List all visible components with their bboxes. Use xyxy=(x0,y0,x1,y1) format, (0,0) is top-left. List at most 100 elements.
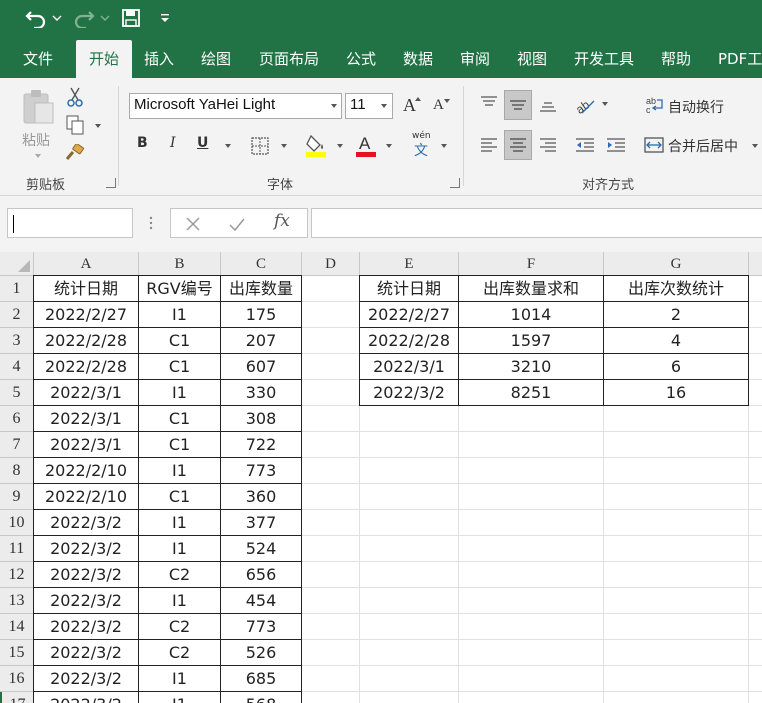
tab-developer[interactable]: 开发工具 xyxy=(563,40,645,78)
name-box[interactable] xyxy=(7,208,133,238)
row-header-3[interactable]: 3 xyxy=(0,328,34,354)
font-launcher-icon[interactable] xyxy=(450,178,460,188)
left-table-cell[interactable]: I1 xyxy=(139,510,221,536)
merge-center-icon[interactable] xyxy=(642,134,666,156)
left-table-cell[interactable]: 722 xyxy=(221,432,302,458)
align-bottom-icon[interactable] xyxy=(535,92,561,118)
increase-indent-icon[interactable] xyxy=(603,132,629,158)
right-table-cell[interactable]: 1597 xyxy=(459,328,604,354)
save-icon[interactable] xyxy=(118,6,144,30)
left-table-cell[interactable]: 2022/3/1 xyxy=(34,406,139,432)
customize-qat-icon[interactable] xyxy=(156,6,174,30)
right-table-cell[interactable]: 6 xyxy=(604,354,749,380)
column-header-f[interactable]: F xyxy=(459,252,604,276)
phonetic-dropdown-icon[interactable] xyxy=(441,144,447,148)
column-header-c[interactable]: C xyxy=(221,252,302,276)
orientation-dropdown-icon[interactable] xyxy=(602,102,608,106)
left-table-cell[interactable]: I1 xyxy=(139,380,221,406)
tab-pdf-tools[interactable]: PDF工具 xyxy=(710,40,762,78)
insert-function-icon[interactable]: fx xyxy=(274,211,290,231)
column-header-d[interactable]: D xyxy=(302,252,360,276)
left-table-cell[interactable]: 685 xyxy=(221,666,302,692)
left-table-header-cell[interactable]: RGV编号 xyxy=(139,276,221,302)
row-header-14[interactable]: 14 xyxy=(0,614,34,640)
left-table-cell[interactable]: 773 xyxy=(221,458,302,484)
left-table-cell[interactable]: 656 xyxy=(221,562,302,588)
left-table-cell[interactable]: 2022/3/2 xyxy=(34,510,139,536)
row-header-7[interactable]: 7 xyxy=(0,432,34,458)
format-painter-icon[interactable] xyxy=(64,142,86,164)
left-table-cell[interactable]: 568 xyxy=(221,692,302,703)
right-table-cell[interactable]: 2022/2/27 xyxy=(360,302,459,328)
left-table-cell[interactable]: 330 xyxy=(221,380,302,406)
left-table-cell[interactable]: 2022/3/2 xyxy=(34,666,139,692)
align-right-icon[interactable] xyxy=(535,132,561,158)
align-center-icon[interactable] xyxy=(504,130,532,160)
tab-help[interactable]: 帮助 xyxy=(650,40,702,78)
left-table-cell[interactable]: 360 xyxy=(221,484,302,510)
paste-icon[interactable] xyxy=(18,88,58,126)
column-header-overflow[interactable] xyxy=(749,252,762,276)
left-table-cell[interactable]: 2022/2/28 xyxy=(34,328,139,354)
left-table-cell[interactable]: C2 xyxy=(139,562,221,588)
decrease-font-icon[interactable]: A xyxy=(433,97,444,114)
tab-data[interactable]: 数据 xyxy=(392,40,444,78)
orientation-icon[interactable]: ab xyxy=(572,92,598,118)
paste-dropdown-icon[interactable] xyxy=(35,154,41,158)
left-table-cell[interactable]: C1 xyxy=(139,432,221,458)
left-table-cell[interactable]: 2022/3/2 xyxy=(34,614,139,640)
tab-draw[interactable]: 绘图 xyxy=(190,40,242,78)
fill-color-dropdown-icon[interactable] xyxy=(337,144,343,148)
row-header-8[interactable]: 8 xyxy=(0,458,34,484)
copy-icon[interactable] xyxy=(64,114,86,136)
bold-button[interactable]: B xyxy=(137,135,148,151)
left-table-cell[interactable]: 2022/3/2 xyxy=(34,640,139,666)
align-top-icon[interactable] xyxy=(476,90,502,116)
left-table-cell[interactable]: 2022/2/10 xyxy=(34,458,139,484)
italic-button[interactable]: I xyxy=(170,135,176,151)
undo-dropdown-icon[interactable] xyxy=(50,6,64,30)
underline-dropdown-icon[interactable] xyxy=(225,144,231,148)
row-header-12[interactable]: 12 xyxy=(0,562,34,588)
left-table-cell[interactable]: 2022/2/28 xyxy=(34,354,139,380)
cut-icon[interactable] xyxy=(64,86,86,108)
tab-home[interactable]: 开始 xyxy=(76,40,132,78)
row-header-9[interactable]: 9 xyxy=(0,484,34,510)
tab-insert[interactable]: 插入 xyxy=(133,40,185,78)
left-table-cell[interactable]: I1 xyxy=(139,666,221,692)
left-table-cell[interactable]: 524 xyxy=(221,536,302,562)
right-table-header-cell[interactable]: 统计日期 xyxy=(360,276,459,302)
left-table-cell[interactable]: C1 xyxy=(139,406,221,432)
column-header-g[interactable]: G xyxy=(604,252,749,276)
row-header-11[interactable]: 11 xyxy=(0,536,34,562)
redo-icon[interactable] xyxy=(70,6,98,30)
row-header-10[interactable]: 10 xyxy=(0,510,34,536)
left-table-cell[interactable]: 2022/3/1 xyxy=(34,432,139,458)
left-table-cell[interactable]: 2022/3/2 xyxy=(34,562,139,588)
tab-formulas[interactable]: 公式 xyxy=(335,40,387,78)
tab-page-layout[interactable]: 页面布局 xyxy=(248,40,330,78)
left-table-cell[interactable]: C1 xyxy=(139,484,221,510)
left-table-header-cell[interactable]: 统计日期 xyxy=(34,276,139,302)
right-table-cell[interactable]: 8251 xyxy=(459,380,604,406)
left-table-cell[interactable]: I1 xyxy=(139,536,221,562)
tab-review[interactable]: 审阅 xyxy=(449,40,501,78)
left-table-cell[interactable]: 2022/3/2 xyxy=(34,588,139,614)
left-table-cell[interactable]: 454 xyxy=(221,588,302,614)
left-table-cell[interactable]: 2022/3/2 xyxy=(34,692,139,703)
left-table-cell[interactable]: C2 xyxy=(139,640,221,666)
right-table-cell[interactable]: 4 xyxy=(604,328,749,354)
undo-icon[interactable] xyxy=(22,6,50,30)
left-table-cell[interactable]: 2022/2/27 xyxy=(34,302,139,328)
column-header-b[interactable]: B xyxy=(139,252,221,276)
row-header-13[interactable]: 13 xyxy=(0,588,34,614)
left-table-cell[interactable]: 2022/3/1 xyxy=(34,380,139,406)
right-table-header-cell[interactable]: 出库数量求和 xyxy=(459,276,604,302)
font-name-dropdown-icon[interactable] xyxy=(331,104,337,108)
right-table-cell[interactable]: 3210 xyxy=(459,354,604,380)
left-table-cell[interactable]: I1 xyxy=(139,458,221,484)
left-table-cell[interactable]: 526 xyxy=(221,640,302,666)
paste-label[interactable]: 粘贴 xyxy=(22,130,50,150)
left-table-cell[interactable]: I1 xyxy=(139,692,221,703)
left-table-cell[interactable]: 773 xyxy=(221,614,302,640)
